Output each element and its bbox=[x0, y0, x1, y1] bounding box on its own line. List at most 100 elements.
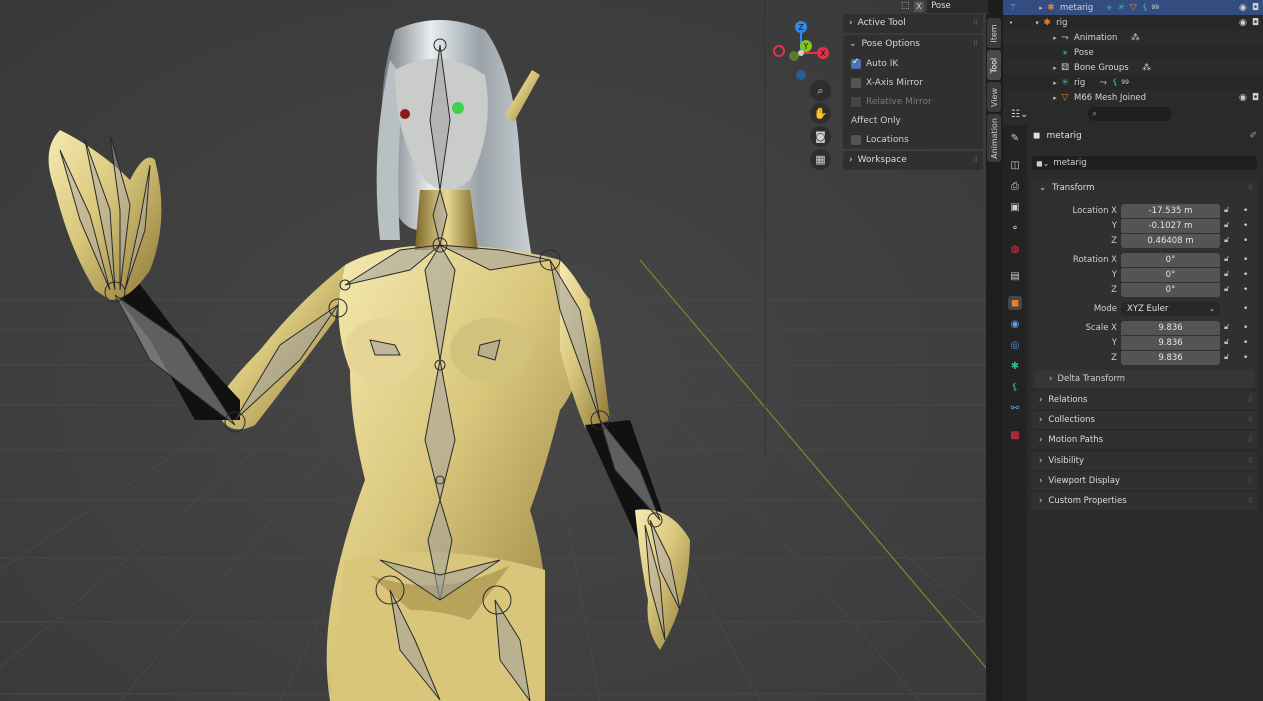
texture-tab-icon[interactable]: ▩ bbox=[1008, 428, 1022, 442]
object-name-field[interactable]: ◼⌄ metarig bbox=[1032, 156, 1257, 170]
close-region-button[interactable]: X bbox=[913, 1, 925, 12]
pose-options-header[interactable]: ⌄ Pose Options ⠿ bbox=[843, 35, 983, 54]
location-z-field[interactable]: 0.46408 m bbox=[1121, 234, 1220, 248]
scale-z-field[interactable]: 9.836 bbox=[1121, 351, 1220, 365]
x-axis-mirror-checkbox[interactable]: X-Axis Mirror bbox=[843, 73, 983, 92]
scale-x-field[interactable]: 9.836 bbox=[1121, 321, 1220, 335]
tab-animation[interactable]: Animation bbox=[987, 114, 1001, 162]
keyframe-dot-icon[interactable]: • bbox=[1243, 351, 1248, 365]
outliner-row-pose[interactable]: ⚹ Pose bbox=[1003, 45, 1263, 60]
active-tool-section[interactable]: › Active Tool ⠿ bbox=[843, 14, 983, 33]
lock-icon[interactable]: 🔓︎ bbox=[1224, 337, 1234, 347]
rotation-mode-select[interactable]: XYZ Euler ⌄ bbox=[1121, 302, 1220, 316]
delta-transform-subpanel[interactable]: › Delta Transform bbox=[1035, 370, 1254, 387]
lock-icon[interactable]: 🔓︎ bbox=[1224, 284, 1234, 294]
auto-ik-checkbox[interactable]: Auto IK bbox=[843, 54, 983, 73]
rotation-z-field[interactable]: 0° bbox=[1121, 283, 1220, 297]
visibility-panel[interactable]: › Visibility ⠿ bbox=[1031, 452, 1258, 470]
drag-grip-icon[interactable]: ⠿ bbox=[1248, 416, 1253, 424]
outliner-row-animation[interactable]: ▸ ⤳ Animation ⁂ bbox=[1003, 30, 1263, 45]
relations-panel[interactable]: › Relations ⠿ bbox=[1031, 391, 1258, 409]
checkbox-icon[interactable] bbox=[851, 134, 861, 145]
tab-view[interactable]: View bbox=[987, 82, 1001, 112]
world-tab-icon[interactable]: ◍ bbox=[1008, 242, 1022, 256]
object-data-tab-icon[interactable]: ✱ bbox=[1008, 359, 1022, 373]
keyframe-dot-icon[interactable]: • bbox=[1243, 234, 1248, 248]
keyframe-dot-icon[interactable]: • bbox=[1243, 219, 1248, 233]
lock-icon[interactable]: 🔓︎ bbox=[1224, 205, 1234, 215]
visibility-eye-icon[interactable]: ◉ bbox=[1239, 18, 1247, 28]
rotation-x-field[interactable]: 0° bbox=[1121, 253, 1220, 267]
outliner-row-mesh[interactable]: ▸ ▽ M66 Mesh Joined ◉ ◘ bbox=[1003, 90, 1263, 103]
pan-hand-icon[interactable]: ✋ bbox=[810, 103, 831, 124]
expand-arrow-icon[interactable]: ▸ bbox=[1051, 64, 1059, 72]
lock-icon[interactable]: 🔓︎ bbox=[1224, 322, 1234, 332]
object-type-icon[interactable]: ◼⌄ bbox=[1036, 159, 1049, 168]
tool-tab-icon[interactable]: ✎ bbox=[1008, 131, 1022, 145]
location-x-field[interactable]: -17.535 m bbox=[1121, 204, 1220, 218]
pose-options-dropdown[interactable]: Pose Options bbox=[927, 0, 988, 24]
viewport-display-panel[interactable]: › Viewport Display ⠿ bbox=[1031, 472, 1258, 490]
drag-grip-icon[interactable]: ⠿ bbox=[973, 35, 978, 54]
modifier-tab-icon[interactable]: ◉ bbox=[1008, 317, 1022, 331]
collections-panel[interactable]: › Collections ⠿ bbox=[1031, 411, 1258, 429]
axis-gizmo[interactable]: Z X Y bbox=[766, 18, 836, 88]
render-camera-icon[interactable]: ◘ bbox=[1252, 3, 1259, 13]
view-layer-tab-icon[interactable]: ▣ bbox=[1008, 200, 1022, 214]
pin-icon[interactable]: ✐ bbox=[1249, 131, 1257, 141]
outliner-row-metarig[interactable]: ⚚ ▸ ✱ metarig ⚹ ✳ ▽ ⚸ 99 ◉ ◘ bbox=[1003, 0, 1263, 15]
drag-grip-icon[interactable]: ⠿ bbox=[973, 14, 978, 33]
physics-tab-icon[interactable]: ◎ bbox=[1008, 338, 1022, 352]
drag-grip-icon[interactable]: ⠿ bbox=[1248, 457, 1253, 465]
visibility-eye-icon[interactable]: ◉ bbox=[1239, 93, 1247, 103]
lock-icon[interactable]: 🔓︎ bbox=[1224, 235, 1234, 245]
editor-type-icon[interactable]: ☷⌄ bbox=[1011, 109, 1028, 120]
bone-tab-icon[interactable]: ⚸ bbox=[1008, 380, 1022, 394]
camera-view-icon[interactable]: ◙ bbox=[810, 126, 831, 147]
keyframe-dot-icon[interactable]: • bbox=[1243, 321, 1248, 335]
location-y-field[interactable]: -0.1027 m bbox=[1121, 219, 1220, 233]
expand-arrow-icon[interactable]: ▸ bbox=[1051, 34, 1059, 42]
lock-icon[interactable]: 🔓︎ bbox=[1224, 254, 1234, 264]
lock-icon[interactable]: 🔓︎ bbox=[1224, 269, 1234, 279]
zoom-icon[interactable]: ⌕ bbox=[810, 80, 831, 101]
checkbox-icon[interactable] bbox=[851, 77, 861, 88]
tab-tool[interactable]: Tool bbox=[987, 50, 1001, 80]
drag-grip-icon[interactable]: ⠿ bbox=[973, 151, 978, 170]
workspace-section[interactable]: › Workspace ⠿ bbox=[843, 151, 983, 170]
drag-grip-icon[interactable]: ⠿ bbox=[1248, 477, 1253, 485]
bone-constraint-tab-icon[interactable]: ⚯ bbox=[1008, 401, 1022, 415]
drag-grip-icon[interactable]: ⠿ bbox=[1248, 396, 1253, 404]
keyframe-dot-icon[interactable]: • bbox=[1243, 283, 1248, 297]
custom-properties-panel[interactable]: › Custom Properties ⠿ bbox=[1031, 492, 1258, 510]
keyframe-dot-icon[interactable]: • bbox=[1243, 253, 1248, 267]
scene-tab-icon[interactable]: ⚬ bbox=[1008, 221, 1022, 235]
render-tab-icon[interactable]: ◫ bbox=[1008, 158, 1022, 172]
tab-item[interactable]: Item bbox=[987, 18, 1001, 48]
scale-y-field[interactable]: 9.836 bbox=[1121, 336, 1220, 350]
3d-viewport[interactable]: ⬚ X Pose Options Z X Y ⌕ ✋ ◙ ▦ › Active … bbox=[0, 0, 988, 701]
drag-grip-icon[interactable]: ⠿ bbox=[1248, 497, 1253, 505]
expand-arrow-icon[interactable]: ▸ bbox=[1037, 4, 1045, 12]
lock-icon[interactable]: 🔓︎ bbox=[1224, 220, 1234, 230]
render-camera-icon[interactable]: ◘ bbox=[1252, 18, 1259, 28]
visibility-eye-icon[interactable]: ◉ bbox=[1239, 3, 1247, 13]
collection-tab-icon[interactable]: ▤ bbox=[1008, 269, 1022, 283]
keyframe-dot-icon[interactable]: • bbox=[1243, 336, 1248, 350]
render-camera-icon[interactable]: ◘ bbox=[1252, 93, 1259, 103]
perspective-grid-icon[interactable]: ▦ bbox=[810, 149, 831, 170]
drag-grip-icon[interactable]: ⠿ bbox=[1248, 184, 1253, 192]
keyframe-dot-icon[interactable]: • bbox=[1243, 268, 1248, 282]
outliner-row-bone-groups[interactable]: ▸ ⚄ Bone Groups ⁂ bbox=[1003, 60, 1263, 75]
motion-paths-panel[interactable]: › Motion Paths ⠿ bbox=[1031, 431, 1258, 449]
properties-search-input[interactable]: ⌕ bbox=[1088, 107, 1173, 121]
locations-checkbox[interactable]: Locations bbox=[843, 130, 983, 149]
object-name-value[interactable]: metarig bbox=[1053, 158, 1086, 168]
output-tab-icon[interactable]: ⎙ bbox=[1008, 179, 1022, 193]
outliner-row-rig[interactable]: • ▾ ✱ rig ◉ ◘ bbox=[1003, 15, 1263, 30]
checkbox-checked-icon[interactable] bbox=[851, 57, 861, 69]
expand-arrow-icon[interactable]: ▸ bbox=[1051, 79, 1059, 87]
lock-icon[interactable]: 🔓︎ bbox=[1224, 352, 1234, 362]
rotation-y-field[interactable]: 0° bbox=[1121, 268, 1220, 282]
gizmo-toggle-icon[interactable]: ⬚ bbox=[900, 1, 911, 12]
